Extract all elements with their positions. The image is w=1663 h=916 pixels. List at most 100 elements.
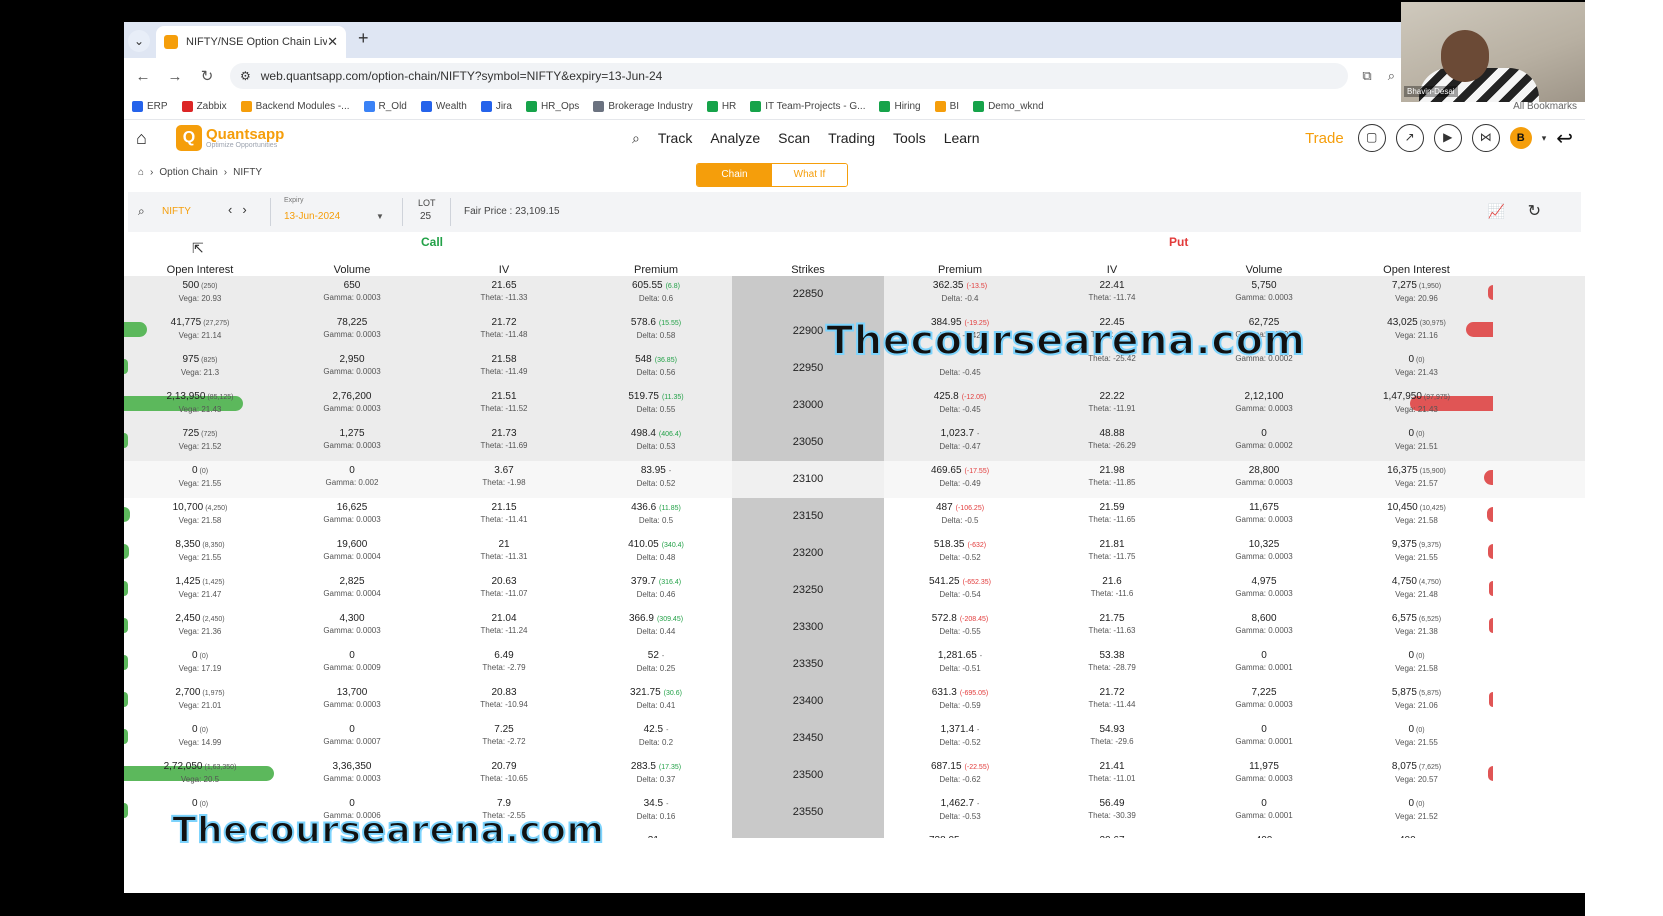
put-oi-cell[interactable]: 0 (0) Vega: 21.55 (1340, 720, 1493, 757)
call-volume-cell[interactable]: 4,300 Gamma: 0.0003 (276, 609, 428, 646)
expiry-caret-icon[interactable]: ▼ (376, 212, 384, 221)
call-oi-cell[interactable]: 975 (825) Vega: 21.3 (124, 350, 276, 387)
call-volume-cell[interactable]: 3,36,350 Gamma: 0.0003 (276, 757, 428, 794)
put-volume-cell[interactable]: 11,675 Gamma: 0.0003 (1188, 498, 1340, 535)
put-premium-cell[interactable]: 469.65 (-17.55) Delta: -0.49 (884, 461, 1036, 498)
call-volume-cell[interactable]: 2,950 Gamma: 0.0003 (276, 350, 428, 387)
search-icon[interactable]: ⌕ (632, 130, 640, 147)
call-iv-cell[interactable]: 21.73 Theta: -11.69 (428, 424, 580, 461)
call-iv-cell[interactable]: 20.83 Theta: -10.94 (428, 683, 580, 720)
table-row[interactable]: 2,700 (1,975) Vega: 21.01 13,700 Gamma: 0.00… (124, 683, 1585, 720)
call-premium-cell[interactable]: 519.75 (11.35) Delta: 0.55 (580, 387, 732, 424)
site-info-icon[interactable]: ⚙ (240, 69, 251, 83)
call-volume-cell[interactable]: 1,275 Gamma: 0.0003 (276, 424, 428, 461)
put-premium-cell[interactable]: 425.8 (-12.05) Delta: -0.45 (884, 387, 1036, 424)
put-iv-cell[interactable]: 54.93 Theta: -29.6 (1036, 720, 1188, 757)
breadcrumb-home-icon[interactable]: ⌂ (138, 167, 144, 178)
call-volume-cell[interactable]: 2,76,200 Gamma: 0.0003 (276, 387, 428, 424)
put-oi-cell[interactable]: 0 (0) Vega: 21.52 (1340, 794, 1493, 831)
put-oi-cell[interactable]: 5,875 (5,875) Vega: 21.06 (1340, 683, 1493, 720)
table-row[interactable]: 500 (250) Vega: 20.93 650 Gamma: 0.0003 21.65… (124, 276, 1585, 313)
call-oi-cell[interactable]: 2,72,050 (1,63,350) Vega: 20.5 (124, 757, 276, 794)
bookmark-item[interactable]: Wealth (420, 101, 467, 112)
col-put-premium[interactable]: Premium (884, 264, 1036, 276)
put-iv-cell[interactable]: 22.41 Theta: -11.74 (1036, 276, 1188, 313)
forward-icon[interactable]: → (166, 68, 184, 85)
symbol-nav-arrows[interactable]: ‹› (228, 202, 257, 217)
table-row[interactable]: 0 (0) Vega: 14.99 0 Gamma: 0.0007 7.25 Theta: … (124, 720, 1585, 757)
put-iv-cell[interactable]: 20.67 (1036, 831, 1188, 838)
put-premium-cell[interactable]: 631.3 (-695.05) Delta: -0.59 (884, 683, 1036, 720)
bookmark-item[interactable]: Hiring (879, 101, 921, 112)
symbol-input[interactable]: NIFTY (162, 206, 191, 217)
put-oi-cell[interactable]: 8,075 (7,625) Vega: 20.57 (1340, 757, 1493, 794)
bookmark-item[interactable]: ERP (132, 101, 168, 112)
put-premium-cell[interactable]: 518.35 (-632) Delta: -0.52 (884, 535, 1036, 572)
strike-cell[interactable]: 23200 (732, 535, 884, 572)
put-iv-cell[interactable]: 22.22 Theta: -11.91 (1036, 387, 1188, 424)
put-oi-cell[interactable]: 0 (0) Vega: 21.58 (1340, 646, 1493, 683)
put-oi-cell[interactable]: 0 (0) Vega: 21.51 (1340, 424, 1493, 461)
call-iv-cell[interactable]: 21.15 Theta: -11.41 (428, 498, 580, 535)
call-premium-cell[interactable]: 578.6 (15.55) Delta: 0.58 (580, 313, 732, 350)
call-iv-cell[interactable]: 6.49 Theta: -2.79 (428, 646, 580, 683)
table-row[interactable]: 10,700 (4,250) Vega: 21.58 16,625 Gamma: 0.0… (124, 498, 1585, 535)
bookmark-item[interactable]: Zabbix (181, 101, 227, 112)
call-premium-cell[interactable]: 321.75 (30.6) Delta: 0.41 (580, 683, 732, 720)
call-iv-cell[interactable]: 21.65 Theta: -11.33 (428, 276, 580, 313)
table-row[interactable]: 2,450 (2,450) Vega: 21.36 4,300 Gamma: 0.000… (124, 609, 1585, 646)
col-call-premium[interactable]: Premium (580, 264, 732, 276)
whatif-toggle[interactable]: What If (772, 164, 847, 186)
call-premium-cell[interactable]: 52- Delta: 0.25 (580, 646, 732, 683)
put-volume-cell[interactable]: 0 Gamma: 0.0001 (1188, 794, 1340, 831)
call-oi-cell[interactable]: 500 (250) Vega: 20.93 (124, 276, 276, 313)
strike-cell[interactable]: 23400 (732, 683, 884, 720)
strike-cell[interactable]: 23000 (732, 387, 884, 424)
expiry-select[interactable]: 13-Jun-2024 (284, 211, 340, 222)
call-oi-cell[interactable]: 2,13,950 (85,125) Vega: 21.43 (124, 387, 276, 424)
call-oi-cell[interactable]: 10,700 (4,250) Vega: 21.58 (124, 498, 276, 535)
put-volume-cell[interactable]: 0 Gamma: 0.0002 (1188, 424, 1340, 461)
avatar-caret-icon[interactable]: ▾ (1542, 133, 1547, 144)
new-tab-button[interactable]: + (358, 28, 369, 49)
call-iv-cell[interactable]: 21 Theta: -11.31 (428, 535, 580, 572)
call-iv-cell[interactable]: 21.58 Theta: -11.49 (428, 350, 580, 387)
col-put-iv[interactable]: IV (1036, 264, 1188, 276)
table-row[interactable]: 725 (725) Vega: 21.52 1,275 Gamma: 0.0003 21.… (124, 424, 1585, 461)
put-volume-cell[interactable]: 8,600 Gamma: 0.0003 (1188, 609, 1340, 646)
chain-toggle[interactable]: Chain (697, 164, 772, 186)
put-volume-cell[interactable]: 2,12,100 Gamma: 0.0003 (1188, 387, 1340, 424)
call-volume-cell[interactable]: 16,625 Gamma: 0.0003 (276, 498, 428, 535)
breadcrumb-option-chain[interactable]: Option Chain (159, 167, 217, 178)
put-iv-cell[interactable]: 21.6 Theta: -11.6 (1036, 572, 1188, 609)
call-premium-cell[interactable]: 83.95- Delta: 0.52 (580, 461, 732, 498)
strike-cell[interactable]: 23050 (732, 424, 884, 461)
install-app-icon[interactable]: ⧉ (1362, 68, 1371, 84)
strike-cell[interactable]: 23350 (732, 646, 884, 683)
call-oi-cell[interactable]: 1,425 (1,425) Vega: 21.47 (124, 572, 276, 609)
reload-icon[interactable]: ↻ (198, 67, 216, 85)
zoom-icon[interactable]: ⌕ (1388, 68, 1395, 84)
all-bookmarks[interactable]: All Bookmarks (1513, 101, 1577, 112)
bookmark-item[interactable]: Demo_wknd (973, 101, 1044, 112)
col-call-open-interest[interactable]: Open Interest (124, 264, 276, 276)
reply-arrow-icon[interactable]: ↩ (1556, 126, 1573, 151)
call-premium-cell[interactable]: 366.9 (309.45) Delta: 0.44 (580, 609, 732, 646)
strike-cell[interactable]: 23550 (732, 794, 884, 831)
put-iv-cell[interactable]: 21.41 Theta: -11.01 (1036, 757, 1188, 794)
nav-tools[interactable]: Tools (893, 130, 926, 146)
put-premium-cell[interactable]: 687.15 (-22.55) Delta: -0.62 (884, 757, 1036, 794)
put-iv-cell[interactable]: 21.72 Theta: -11.44 (1036, 683, 1188, 720)
strike-cell[interactable]: 23300 (732, 609, 884, 646)
user-avatar[interactable]: B (1509, 127, 1532, 149)
bookmark-item[interactable]: HR (706, 101, 736, 112)
put-oi-cell[interactable]: 43,025 (30,975) Vega: 21.16 (1340, 313, 1493, 350)
put-premium-cell[interactable]: 572.8 (-208.45) Delta: -0.55 (884, 609, 1036, 646)
call-premium-cell[interactable]: 548 (36.85) Delta: 0.56 (580, 350, 732, 387)
put-volume-cell[interactable]: 5,750 Gamma: 0.0003 (1188, 276, 1340, 313)
put-iv-cell[interactable]: 21.75 Theta: -11.63 (1036, 609, 1188, 646)
nav-learn[interactable]: Learn (944, 130, 980, 146)
nav-track[interactable]: Track (658, 130, 692, 146)
col-put-volume[interactable]: Volume (1188, 264, 1340, 276)
put-iv-cell[interactable]: 21.98 Theta: -11.85 (1036, 461, 1188, 498)
